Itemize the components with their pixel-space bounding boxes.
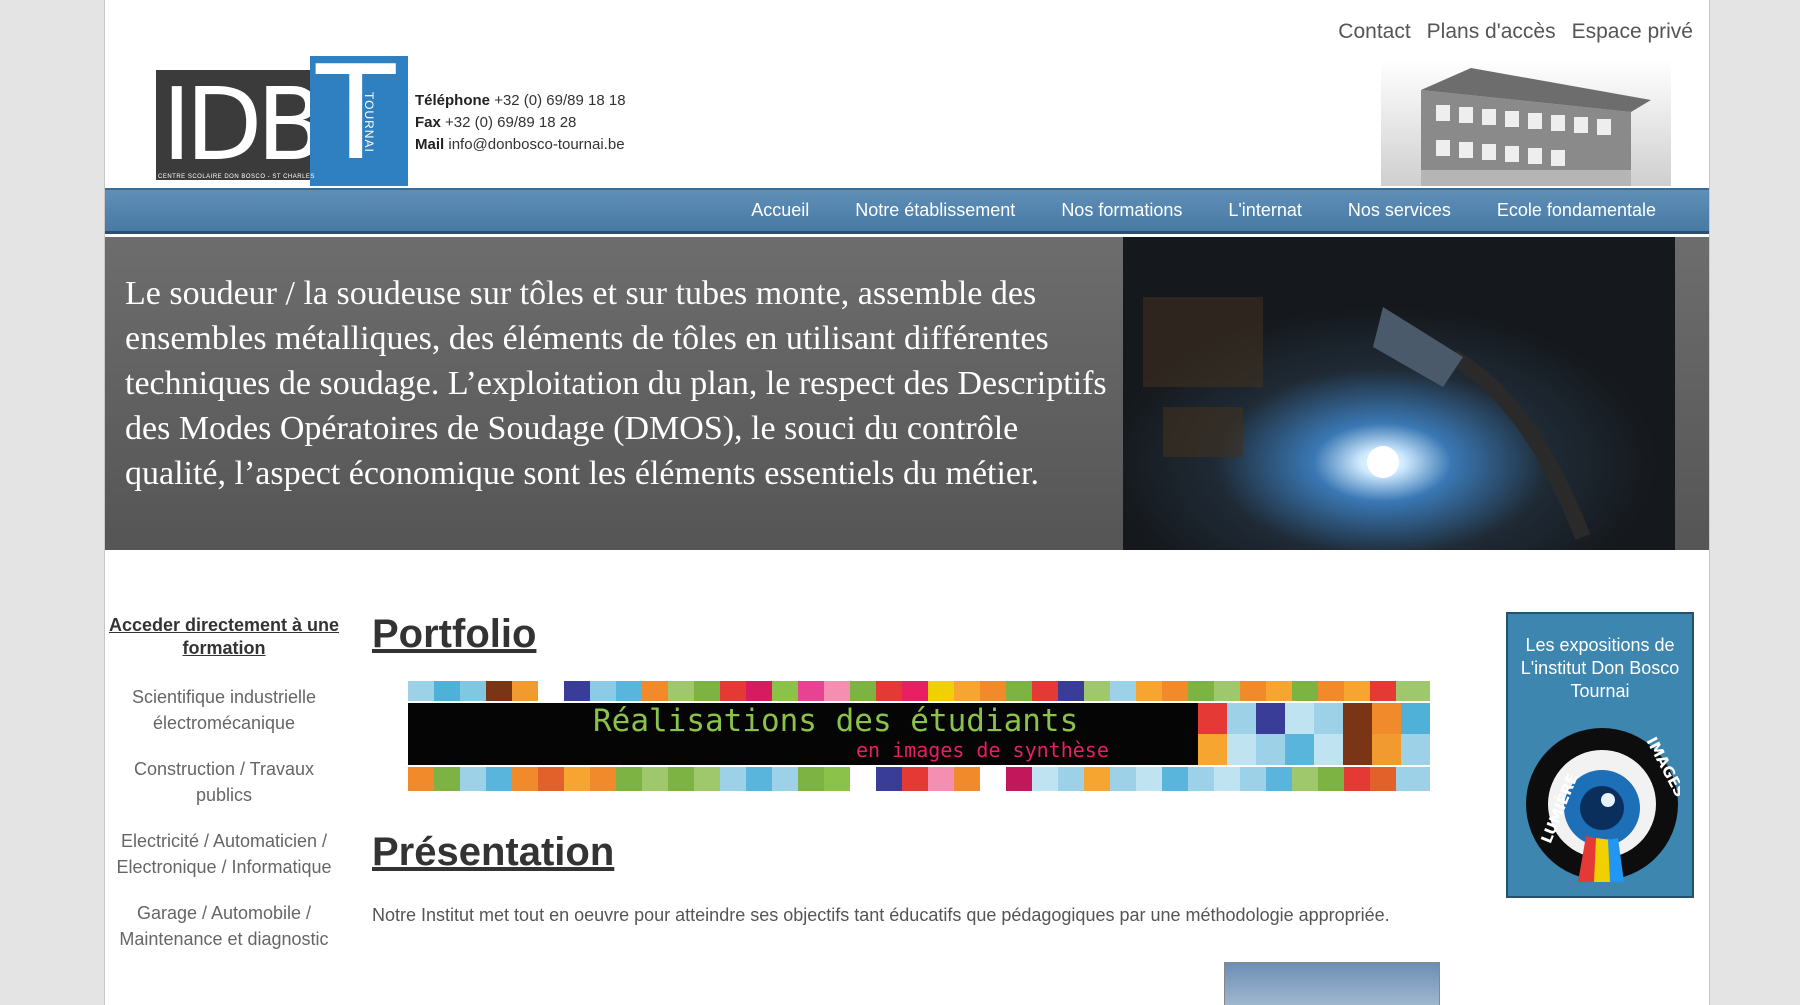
welding-photo [1123, 237, 1675, 550]
nav-nos-formations[interactable]: Nos formations [1038, 200, 1205, 221]
contact-info: Téléphone +32 (0) 69/89 18 18 Fax +32 (0… [415, 90, 626, 156]
fax-number: +32 (0) 69/89 18 28 [445, 114, 577, 131]
nav-ecole-fondamentale[interactable]: Ecole fondamentale [1474, 200, 1679, 221]
phone-line: Téléphone +32 (0) 69/89 18 18 [415, 90, 626, 112]
site-logo[interactable]: IDB T TOURNAI CENTRE SCOLAIRE DON BOSCO … [156, 56, 408, 186]
logo-idb: IDB [156, 70, 310, 180]
plans-acces-link[interactable]: Plans d'accès [1427, 20, 1556, 44]
sidebar: Acceder directement à une formation Scie… [105, 614, 343, 972]
phone-label: Téléphone [415, 92, 491, 109]
logo-t: T [316, 56, 396, 186]
top-links: Contact Plans d'accès Espace privé [1338, 20, 1693, 44]
espace-prive-link[interactable]: Espace privé [1572, 20, 1693, 44]
presentation-photo [1224, 962, 1440, 1005]
sidebar-item-scientifique[interactable]: Scientifique industrielle électromécaniq… [105, 684, 343, 736]
presentation-title[interactable]: Présentation [372, 830, 1572, 875]
mail-label: Mail [415, 136, 445, 153]
nav-accueil[interactable]: Accueil [728, 200, 832, 221]
lumiere-images-logo: LUMIÈRE IMAGES [1526, 728, 1680, 882]
sidebar-item-garage[interactable]: Garage / Automobile / Maintenance et dia… [105, 900, 343, 952]
tile-row-bottom [408, 767, 1430, 791]
contact-link[interactable]: Contact [1338, 20, 1410, 44]
portfolio-banner[interactable]: Réalisations des étudiants en images de … [408, 681, 1430, 791]
portfolio-title[interactable]: Portfolio [372, 612, 1572, 657]
sidebar-item-construction[interactable]: Construction / Travaux publics [105, 756, 343, 808]
logo-tournai: TOURNAI [362, 92, 376, 153]
building-photo [1381, 60, 1671, 186]
expositions-box[interactable]: Les expositions de L'institut Don Bosco … [1506, 612, 1694, 898]
hero-banner: Le soudeur / la soudeuse sur tôles et su… [105, 237, 1709, 550]
phone-number: +32 (0) 69/89 18 18 [494, 92, 626, 109]
tile-row-top [408, 681, 1430, 701]
portfolio-banner-line2: en images de synthèse [856, 738, 1109, 762]
expositions-text: Les expositions de L'institut Don Bosco … [1520, 635, 1680, 701]
logo-t-box: T TOURNAI [310, 56, 408, 186]
logo-caption: CENTRE SCOLAIRE DON BOSCO - ST CHARLES [158, 174, 315, 180]
nav-nos-services[interactable]: Nos services [1325, 200, 1474, 221]
main-nav: Accueil Notre établissement Nos formatio… [105, 188, 1709, 234]
main-content: Portfolio Réalisations des étudiants en … [372, 612, 1572, 1005]
mail-address[interactable]: info@donbosco-tournai.be [448, 136, 624, 153]
nav-notre-etablissement[interactable]: Notre établissement [832, 200, 1038, 221]
sidebar-item-electricite[interactable]: Electricité / Automaticien / Electroniqu… [105, 828, 343, 880]
presentation-text: Notre Institut met tout en oeuvre pour a… [372, 905, 1390, 925]
banner-text: Le soudeur / la soudeuse sur tôles et su… [125, 275, 1107, 492]
page: Contact Plans d'accès Espace privé IDB T… [104, 0, 1710, 1005]
tile-grid-right [1198, 703, 1430, 765]
mail-line: Mail info@donbosco-tournai.be [415, 134, 626, 156]
fax-label: Fax [415, 114, 441, 131]
fax-line: Fax +32 (0) 69/89 18 28 [415, 112, 626, 134]
portfolio-banner-line1: Réalisations des étudiants [593, 703, 1078, 739]
nav-internat[interactable]: L'internat [1205, 200, 1325, 221]
sidebar-title[interactable]: Acceder directement à une formation [105, 614, 343, 660]
